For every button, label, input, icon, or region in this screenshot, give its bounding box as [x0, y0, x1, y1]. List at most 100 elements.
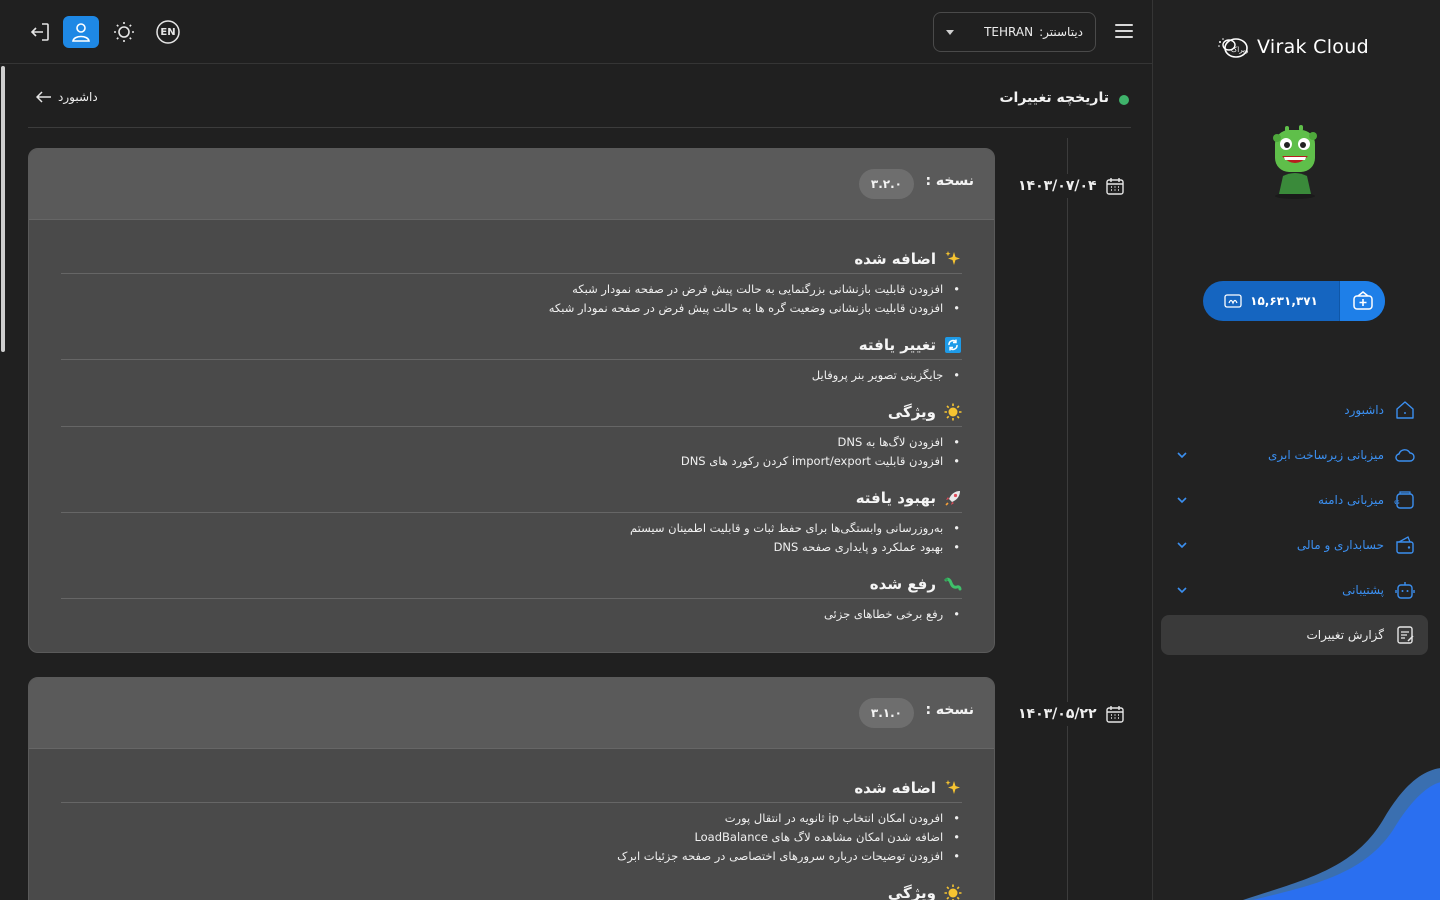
sparkles-icon — [944, 779, 962, 797]
list-item: رفع برخی خطاهای جزئی — [61, 605, 962, 624]
release-card: نسخه : ۳.۲.۰ اضافه شده افزودن قابلیت باز… — [28, 148, 995, 653]
brand[interactable]: ویراک Virak Cloud — [1217, 34, 1369, 60]
wallet-charge-button[interactable] — [1339, 281, 1385, 321]
release-date-text: ۱۴۰۳/۰۷/۰۴ — [1018, 178, 1097, 194]
back-link-label: داشبورد — [58, 90, 98, 104]
hamburger-line — [1115, 30, 1133, 32]
wallet-balance[interactable]: ۱۵,۶۳۱,۳۷۱ — [1203, 281, 1339, 321]
list-item: جایگزینی تصویر بنر پروفایل — [61, 366, 962, 385]
hamburger-line — [1115, 36, 1133, 38]
section-title: اضافه شده — [854, 778, 936, 797]
scrollbar[interactable] — [0, 64, 6, 354]
sidebar-item-changelog[interactable]: گزارش تغییرات — [1161, 615, 1428, 655]
calendar-icon — [1105, 178, 1124, 195]
hamburger-line — [1115, 24, 1133, 26]
section-header: اضافه شده — [61, 244, 962, 274]
support-icon — [1392, 577, 1418, 603]
section-title: تغییر یافته — [858, 335, 936, 354]
chevron-down-icon — [1177, 497, 1187, 504]
changelog-icon — [1392, 622, 1418, 648]
section-header: تغییر یافته — [61, 330, 962, 360]
sidebar-item-label: میزبانی زیرساخت ابری — [1268, 448, 1384, 462]
menu-toggle-button[interactable] — [1114, 22, 1134, 40]
section-header: رفع شده — [61, 569, 962, 599]
home-icon — [1392, 397, 1418, 423]
sidebar-item-accounting[interactable]: حسابداری و مالی — [1161, 525, 1428, 565]
version-badge: ۳.۱.۰ — [858, 698, 914, 728]
release-card-header: نسخه : ۳.۲.۰ — [29, 149, 994, 220]
theme-toggle-button[interactable] — [106, 16, 142, 48]
logout-button[interactable] — [22, 16, 58, 48]
top-bar: EN دیتاسنتر: TEHRAN — [0, 0, 1152, 64]
cloud-icon — [1392, 442, 1418, 468]
decorative-wave — [1243, 768, 1440, 900]
release-date-text: ۱۴۰۳/۰۵/۲۲ — [1018, 706, 1097, 722]
datacenter-value: TEHRAN — [984, 25, 1034, 39]
virak-cloud-logo-icon: ویراک — [1218, 38, 1248, 58]
release-card-body: اضافه شده افزودن قابلیت بازنشانی بزرگنما… — [29, 220, 994, 646]
section-header: ویژگی — [61, 397, 962, 427]
logout-icon — [30, 23, 49, 41]
list-item: افرودن امکان انتخاب ip ثانویه در انتقال … — [61, 809, 962, 828]
release-date: ۱۴۰۳/۰۷/۰۴ — [1018, 174, 1125, 198]
rocket-icon — [944, 489, 962, 507]
list-item: افزودن توضیحات درباره سرورهای اختصاصی در… — [61, 847, 962, 866]
svg-text:ویراک: ویراک — [1231, 46, 1248, 54]
bug-icon — [944, 575, 962, 593]
sidebar-item-dashboard[interactable]: داشبورد — [1161, 390, 1428, 430]
arrow-left-icon — [36, 91, 51, 103]
release-card: نسخه : ۳.۱.۰ اضافه شده افرودن امکان انتخ… — [28, 677, 995, 900]
sidebar-item-label: داشبورد — [1344, 403, 1384, 417]
wallet-add-icon — [1352, 291, 1373, 310]
list-item: افزودن قابلیت import/export کردن رکورد ه… — [61, 452, 962, 471]
sidebar-item-cloud-hosting[interactable]: میزبانی زیرساخت ابری — [1161, 435, 1428, 475]
page-header: تاریخچه تغییرات داشبورد — [28, 80, 1131, 128]
section-title: بهبود یافته — [855, 488, 936, 507]
sidebar-item-domain-hosting[interactable]: DNS میزبانی دامنه — [1161, 480, 1428, 520]
section-feature: ویژگی — [61, 878, 962, 900]
sidebar-item-support[interactable]: پشتیبانی — [1161, 570, 1428, 610]
back-to-dashboard-link[interactable]: داشبورد — [36, 90, 98, 104]
sidebar-nav: داشبورد میزبانی زیرساخت ابری DNS میزبانی… — [1161, 390, 1428, 660]
list-item: به‌روزرسانی وابستگی‌ها برای حفظ ثبات و ق… — [61, 519, 962, 538]
section-feature: ویژگی افزودن لاگ‌ها به DNS افزودن قابلیت… — [61, 397, 962, 471]
section-title: ویژگی — [887, 402, 936, 421]
section-header: ویژگی — [61, 878, 962, 900]
version-badge: ۳.۲.۰ — [858, 169, 914, 199]
section-title: اضافه شده — [854, 249, 936, 268]
language-button[interactable]: EN — [150, 16, 186, 48]
section-title: رفع شده — [869, 574, 936, 593]
sidebar-item-label: گزارش تغییرات — [1306, 628, 1384, 642]
svg-text:DNS: DNS — [1394, 500, 1400, 506]
list-item: افزودن قابلیت بازنشانی وضعیت گره ها به ح… — [61, 299, 962, 318]
section-header: اضافه شده — [61, 773, 962, 803]
sidebar: ویراک Virak Cloud ۱۵,۶۳۱,۳۷۱ داشبورد میز… — [1152, 0, 1440, 900]
release-card-body: اضافه شده افرودن امکان انتخاب ip ثانویه … — [29, 749, 994, 900]
sun-icon — [114, 22, 134, 42]
release-card-header: نسخه : ۳.۱.۰ — [29, 678, 994, 749]
sun-icon — [944, 884, 962, 900]
caret-down-icon — [946, 29, 954, 35]
section-improved: بهبود یافته به‌روزرسانی وابستگی‌ها برای … — [61, 483, 962, 557]
dns-icon: DNS — [1392, 487, 1418, 513]
datacenter-select[interactable]: دیتاسنتر: TEHRAN — [933, 12, 1096, 52]
page-title: تاریخچه تغییرات — [999, 90, 1109, 106]
section-title: ویژگی — [887, 883, 936, 900]
scrollbar-thumb[interactable] — [1, 66, 5, 352]
user-icon — [72, 23, 90, 42]
chevron-down-icon — [1177, 587, 1187, 594]
calendar-icon — [1105, 706, 1124, 723]
profile-button[interactable] — [63, 16, 99, 48]
wallet-bar: ۱۵,۶۳۱,۳۷۱ — [1203, 281, 1385, 321]
list-item: افزودن قابلیت بازنشانی بزرگنمایی به حالت… — [61, 280, 962, 299]
timeline-line — [1067, 138, 1068, 900]
list-item: افزودن لاگ‌ها به DNS — [61, 433, 962, 452]
sidebar-item-label: میزبانی دامنه — [1318, 493, 1384, 507]
status-dot — [1119, 95, 1129, 105]
wallet-balance-value: ۱۵,۶۳۱,۳۷۱ — [1250, 294, 1318, 308]
list-item: اضافه شدن امکان مشاهده لاگ های LoadBalan… — [61, 828, 962, 847]
release-date: ۱۴۰۳/۰۵/۲۲ — [1018, 702, 1125, 726]
mascot-avatar — [1273, 125, 1317, 199]
version-label: نسخه : — [925, 702, 974, 718]
section-changed: تغییر یافته جایگزینی تصویر بنر پروفایل — [61, 330, 962, 385]
